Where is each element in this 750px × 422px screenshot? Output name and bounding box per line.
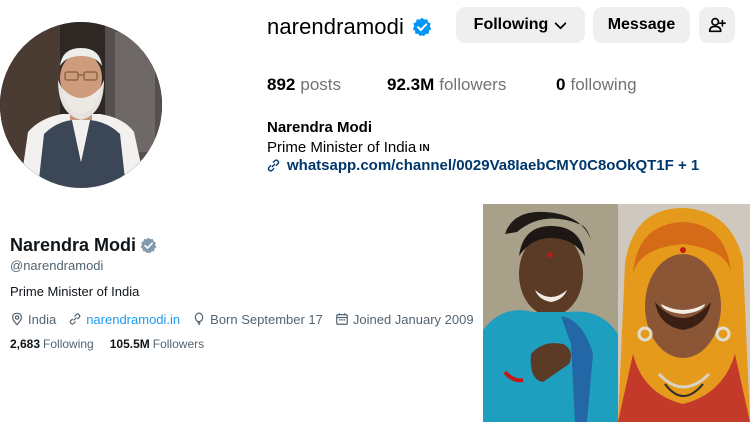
posts-stat: 892 posts (267, 75, 341, 95)
following-label: following (570, 75, 637, 94)
x-following-label: Following (43, 337, 94, 351)
profile-bio-text: Prime Minister of India (267, 139, 417, 156)
message-button-label: Message (607, 16, 676, 33)
posts-label: posts (300, 75, 342, 94)
following-button-label: Following (473, 16, 549, 33)
followers-count: 92.3M (387, 75, 435, 94)
profile-link-text: whatsapp.com/channel/0029Va8IaebCMY0C8oO… (287, 157, 700, 174)
profile-avatar[interactable] (0, 22, 162, 188)
verified-gray-icon[interactable] (140, 237, 157, 254)
suggested-users-button[interactable] (699, 7, 735, 43)
profile-external-link[interactable]: whatsapp.com/channel/0029Va8IaebCMY0C8oO… (266, 157, 699, 174)
x-joined-text: Joined January 2009 (352, 311, 474, 327)
x-followers-stat[interactable]: 105.5M Followers (110, 337, 204, 351)
followers-label: followers (439, 75, 507, 94)
x-handle: @narendramodi (10, 258, 104, 273)
x-birthday: Born September 17 (192, 312, 323, 327)
x-profile-name: Narendra Modi (10, 235, 157, 256)
profile-username: narendramodi (267, 14, 404, 39)
x-display-name: Narendra Modi (10, 235, 137, 255)
x-birthday-text: Born September 17 (210, 311, 323, 327)
x-location: India (10, 312, 56, 327)
x-following-stat[interactable]: 2,683 Following (10, 337, 94, 351)
add-user-icon (708, 17, 726, 33)
x-following-count: 2,683 (10, 337, 41, 351)
profile-bio: Prime Minister of India IN (267, 139, 430, 156)
profile-full-name: Narendra Modi (267, 119, 373, 136)
women-smiling-photo (483, 204, 750, 422)
x-website[interactable]: narendramodi.in (68, 312, 180, 327)
followers-stat[interactable]: 92.3M followers (387, 75, 506, 95)
following-count: 0 (556, 75, 566, 94)
x-website-link[interactable]: narendramodi.in (86, 312, 180, 327)
balloon-icon (194, 312, 204, 326)
x-joined: Joined January 2009 (335, 312, 474, 327)
calendar-icon (336, 313, 348, 325)
verified-badge-icon (412, 17, 432, 37)
location-icon (12, 312, 22, 326)
link-icon (69, 313, 81, 325)
x-bio: Prime Minister of India (10, 284, 140, 299)
posts-count: 892 (267, 75, 296, 94)
following-stat[interactable]: 0 following (556, 75, 637, 95)
chevron-down-icon (555, 21, 567, 29)
x-follow-stats: 2,683 Following 105.5M Followers (10, 337, 204, 351)
x-followers-count: 105.5M (109, 337, 150, 351)
x-followers-label: Followers (152, 337, 205, 351)
message-button[interactable]: Message (593, 7, 690, 43)
x-location-text: India (28, 311, 57, 327)
profile-username-row: narendramodi (267, 10, 432, 44)
india-flag-label: IN (419, 143, 431, 154)
x-profile-meta: India narendramodi.in Born September 17 … (10, 310, 486, 328)
link-icon (267, 159, 280, 172)
following-button[interactable]: Following (456, 7, 585, 43)
